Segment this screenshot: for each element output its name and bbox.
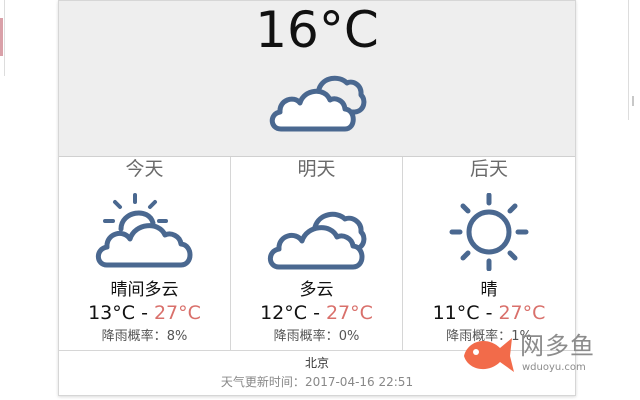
weather-condition: 晴间多云 [110,280,179,300]
left-window-edge [0,0,5,76]
temperature-range: 11°C - 27°C [403,301,575,325]
temperature-range: 12°C - 27°C [231,301,402,325]
partly-cloudy-icon [95,193,193,268]
low-temperature: 12°C [260,302,308,324]
current-weather: 16°C [59,1,575,157]
high-temperature: 27°C [153,302,201,324]
left-edge-accent [0,18,3,56]
update-time-value: 2017-04-16 22:51 [304,375,414,389]
day-name: 今天 [125,158,164,180]
cloudy-icon [269,75,367,132]
rain-value: 8% [166,329,188,344]
rain-value: 0% [338,329,360,344]
low-temperature: 11°C [432,302,480,324]
sunny-icon [449,193,529,271]
watermark-name: 网多鱼 [520,332,595,360]
weather-condition: 晴 [480,280,498,300]
cloudy-icon [267,211,367,270]
rain-label: 降雨概率： [273,329,339,344]
temperature-range: 13°C - 27°C [59,301,230,325]
watermark-url: wduoyu.com [522,362,586,373]
day-name: 明天 [297,158,336,180]
fish-logo-icon [464,338,514,372]
high-temperature: 27°C [498,302,546,324]
forecast-day-after-tomorrow: 后天 晴 11°C - 27°C 降雨概率：1% [403,157,575,351]
forecast-day-today: 今天 晴间多云 13°C - 27°C 降雨概率：8% [59,157,231,351]
weather-condition: 多云 [299,280,334,300]
temperature-separator: - [479,302,499,324]
rain-probability: 降雨概率：0% [231,328,402,346]
site-watermark: 网多鱼 wduoyu.com [458,330,608,376]
current-temperature: 16°C [255,1,379,59]
low-temperature: 13°C [88,302,136,324]
temperature-separator: - [307,302,326,324]
rain-probability: 降雨概率：8% [59,328,230,346]
update-time-label: 天气更新时间： [220,375,305,389]
high-temperature: 27°C [325,302,373,324]
right-window-edge [628,0,629,120]
right-edge-mark [632,96,634,106]
day-name: 后天 [469,158,508,180]
temperature-separator: - [135,302,154,324]
update-time: 天气更新时间：2017-04-16 22:51 [59,374,575,390]
rain-label: 降雨概率： [101,329,167,344]
forecast-row: 今天 晴间多云 13°C - 27°C 降雨概率：8% 明天 多云 12°C -… [59,157,575,351]
forecast-day-tomorrow: 明天 多云 12°C - 27°C 降雨概率：0% [231,157,403,351]
